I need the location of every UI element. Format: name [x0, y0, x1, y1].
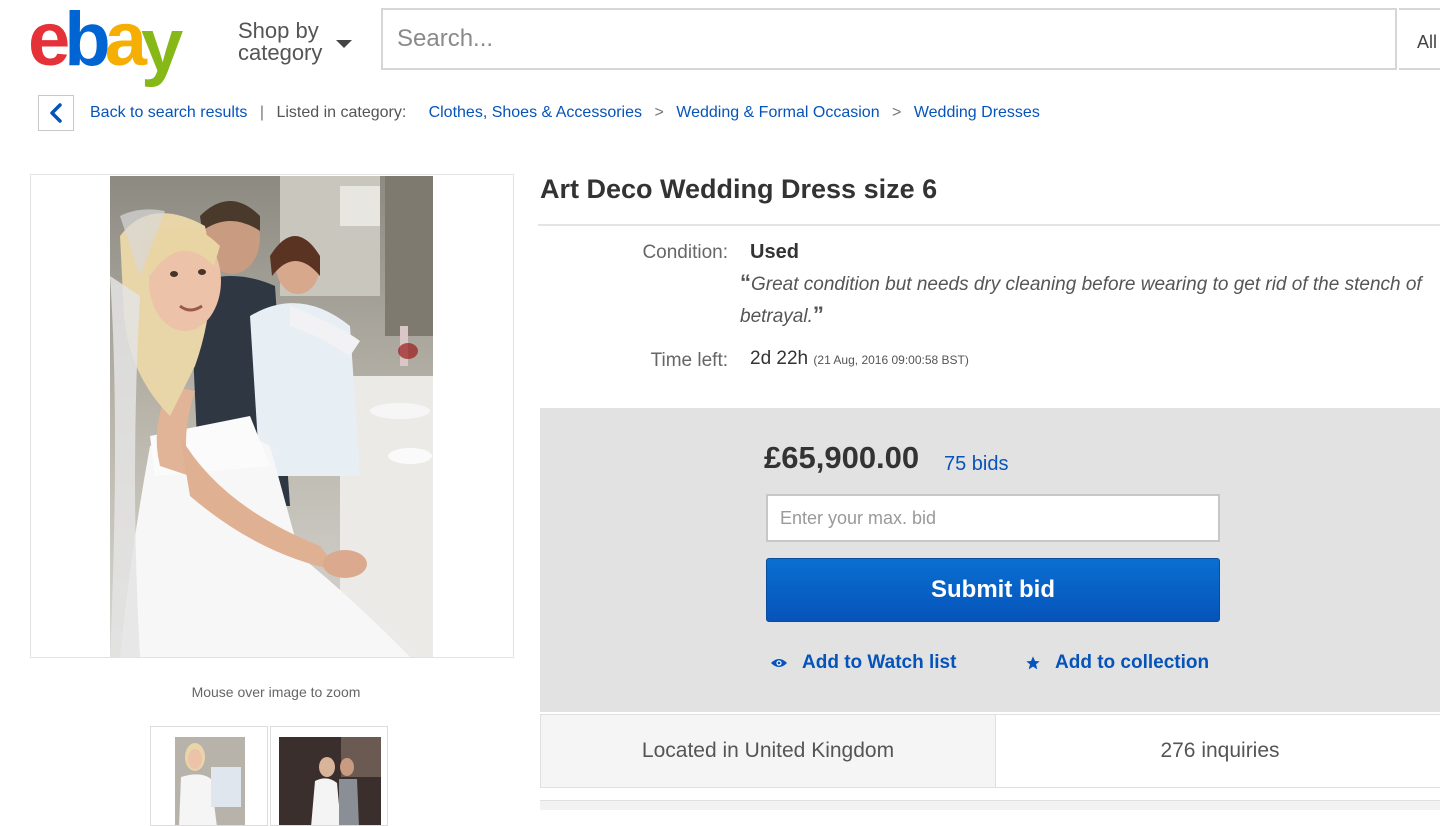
category-link-clothes[interactable]: Clothes, Shoes & Accessories: [429, 104, 642, 121]
title-divider: [538, 224, 1440, 226]
thumbnail-2[interactable]: [270, 726, 388, 826]
close-quote-icon: ”: [812, 302, 824, 327]
shop-by-label: Shop by: [238, 18, 319, 43]
add-to-watch-list-link[interactable]: Add to Watch list: [770, 652, 956, 674]
bid-count-link[interactable]: 75 bids: [944, 453, 1009, 476]
add-to-collection-link[interactable]: Add to collection: [1025, 652, 1209, 674]
shop-by-category-button[interactable]: Shop by category: [238, 20, 322, 64]
breadcrumb-separator: >: [654, 104, 664, 121]
back-to-search-link[interactable]: Back to search results: [90, 104, 247, 121]
logo-letter-y: y: [141, 3, 183, 88]
chevron-down-icon[interactable]: [336, 40, 352, 48]
search-bar[interactable]: [381, 8, 1397, 70]
search-input[interactable]: [383, 10, 1395, 68]
condition-label: Condition:: [642, 242, 728, 263]
bride-photo: [110, 176, 433, 657]
breadcrumb: Back to search results | Listed in categ…: [90, 104, 1040, 122]
time-left-remaining: 2d 22h: [750, 348, 809, 369]
watch-list-label: Add to Watch list: [802, 652, 957, 673]
max-bid-field[interactable]: [766, 494, 1220, 542]
category-link-wedding-formal[interactable]: Wedding & Formal Occasion: [676, 104, 879, 121]
main-product-image[interactable]: [110, 176, 433, 657]
search-category-select[interactable]: All: [1399, 8, 1440, 70]
category-link-wedding-dresses[interactable]: Wedding Dresses: [914, 104, 1040, 121]
logo-letter-e: e: [28, 0, 70, 82]
submit-bid-button[interactable]: Submit bid: [766, 558, 1220, 622]
logo-letter-b: b: [64, 0, 111, 82]
breadcrumb-separator: >: [892, 104, 902, 121]
condition-value: Used: [750, 241, 799, 263]
thumbnail-1[interactable]: [150, 726, 268, 826]
thumbnail-image: [175, 737, 245, 825]
zoom-hint: Mouse over image to zoom: [191, 684, 361, 700]
time-left-label: Time left:: [650, 350, 728, 371]
category-label: category: [238, 40, 323, 65]
section-divider: [540, 800, 1440, 810]
current-price: £65,900.00: [764, 440, 920, 475]
open-quote-icon: “: [740, 270, 751, 295]
star-icon: [1026, 656, 1040, 670]
back-button[interactable]: [38, 95, 74, 131]
time-left-value: 2d 22h (21 Aug, 2016 09:00:58 BST): [750, 348, 969, 370]
listed-in-label: Listed in category:: [276, 104, 407, 121]
seller-note-text: Great condition but needs dry cleaning b…: [740, 274, 1422, 327]
thumbnail-image: [279, 737, 381, 825]
item-title: Art Deco Wedding Dress size 6: [540, 174, 938, 204]
breadcrumb-divider: |: [259, 104, 265, 121]
inquiry-count: 276 inquiries: [995, 714, 1440, 788]
item-location: Located in United Kingdom: [540, 714, 996, 788]
collection-label: Add to collection: [1055, 652, 1210, 673]
end-time: (21 Aug, 2016 09:00:58 BST): [813, 353, 969, 367]
max-bid-input[interactable]: [768, 496, 1218, 540]
seller-note: “Great condition but needs dry cleaning …: [740, 268, 1430, 332]
logo-letter-a: a: [104, 0, 147, 82]
eye-icon: [771, 659, 787, 667]
ebay-logo[interactable]: ebay: [28, 0, 183, 86]
chevron-left-icon: [50, 103, 62, 123]
